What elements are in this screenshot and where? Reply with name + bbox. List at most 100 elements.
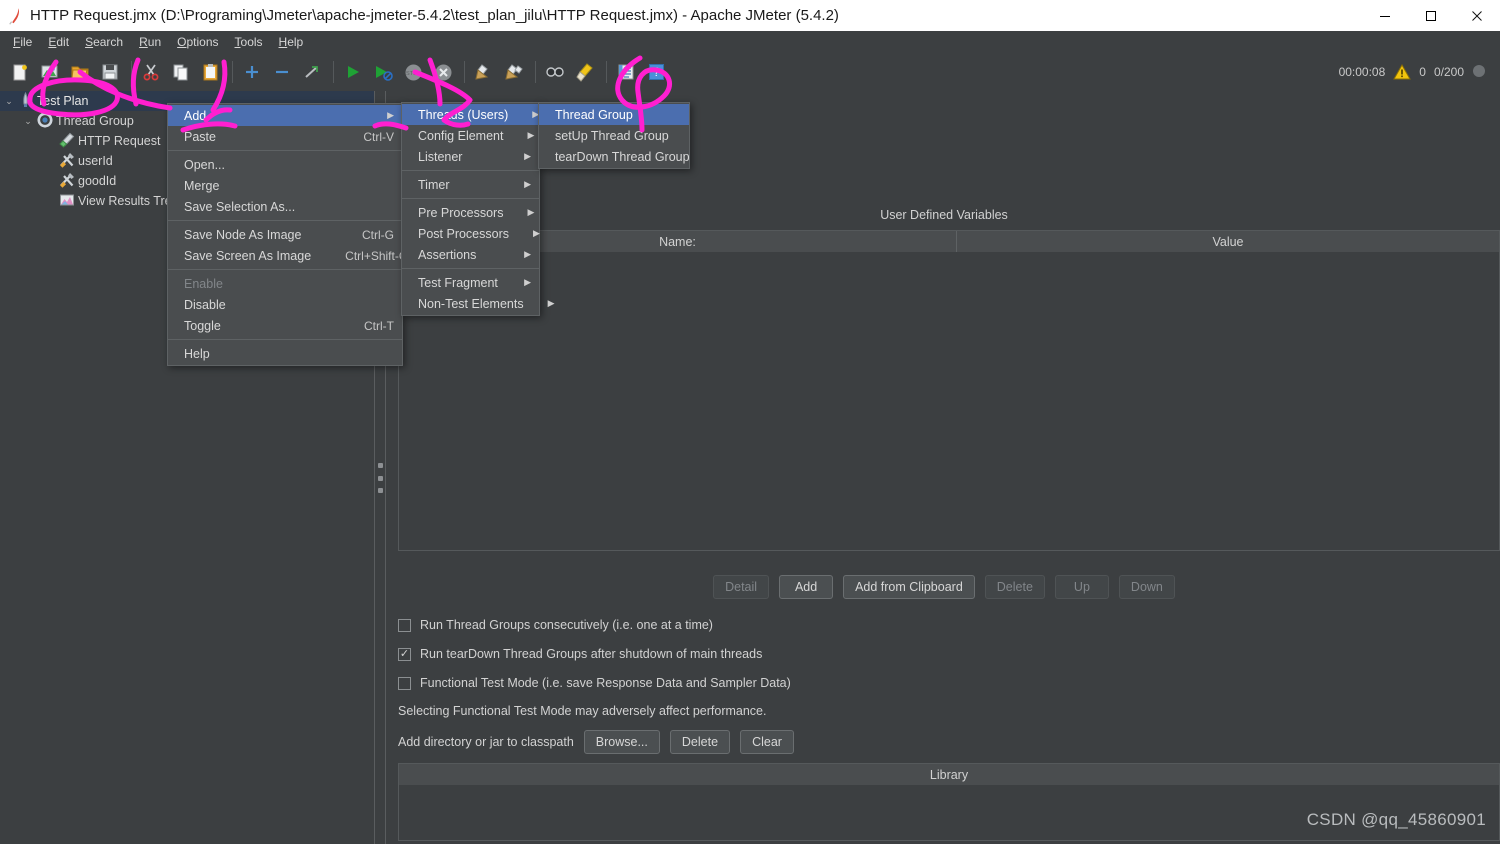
menu-file-rest: ile (20, 35, 33, 49)
menu-edit[interactable]: Edit (40, 33, 77, 51)
context-menu-item-open[interactable]: Open... (168, 154, 402, 175)
save-icon[interactable] (96, 58, 124, 86)
add-submenu-item-non-test-elements[interactable]: Non-Test Elements ▶ (402, 293, 555, 314)
threads-submenu-label: setUp Thread Group (555, 128, 669, 143)
new-icon[interactable] (6, 58, 34, 86)
expand-all-icon[interactable] (238, 58, 266, 86)
threads-submenu-item-setup-thread-group[interactable]: setUp Thread Group (539, 125, 689, 146)
context-menu-item-disable[interactable]: Disable (168, 294, 402, 315)
up-button[interactable]: Up (1054, 575, 1109, 599)
toolbar-separator-5 (535, 61, 536, 83)
library-column-header[interactable]: Library (399, 764, 1499, 785)
clear-icon[interactable] (470, 58, 498, 86)
start-no-pauses-icon[interactable] (369, 58, 397, 86)
maximize-button[interactable] (1408, 0, 1454, 31)
chevron-down-icon[interactable]: ⌄ (21, 116, 35, 127)
toolbar-separator-4 (464, 61, 465, 83)
add-submenu-item-assertions[interactable]: Assertions ▶ (402, 244, 539, 265)
menu-file[interactable]: File (5, 33, 40, 51)
jmeter-window: HTTP Request.jmx (D:\Programing\Jmeter\a… (0, 0, 1500, 844)
chevron-down-icon[interactable]: ⌄ (2, 96, 16, 107)
search-reset-icon[interactable] (571, 58, 599, 86)
cut-icon[interactable] (137, 58, 165, 86)
add-button[interactable]: Add (779, 575, 834, 599)
browse-button[interactable]: Browse... (583, 730, 660, 754)
menu-run[interactable]: Run (131, 33, 169, 51)
toolbar-status: 00:00:08 0 0/200 (1339, 53, 1486, 91)
table-body[interactable] (399, 252, 1499, 550)
menu-tools[interactable]: Tools (227, 33, 271, 51)
copy-icon[interactable] (167, 58, 195, 86)
context-menu-item-toggle[interactable]: Toggle Ctrl-T (168, 315, 402, 336)
menu-search-rest: earch (93, 35, 124, 49)
minimize-button[interactable] (1362, 0, 1408, 31)
add-submenu-item-test-fragment[interactable]: Test Fragment ▶ (402, 272, 539, 293)
classpath-clear-button[interactable]: Clear (740, 730, 795, 754)
divider-grip[interactable] (377, 463, 384, 493)
column-header-value[interactable]: Value (957, 231, 1499, 252)
down-button[interactable]: Down (1118, 575, 1175, 599)
context-menu-item-paste[interactable]: Paste Ctrl-V (168, 126, 402, 147)
checkbox-box[interactable]: ✓ (398, 647, 411, 661)
add-submenu-item-listener[interactable]: Listener ▶ (402, 146, 539, 167)
close-button[interactable] (1454, 0, 1500, 31)
chevron-right-icon: ▶ (524, 179, 531, 189)
classpath-label: Add directory or jar to classpath (398, 735, 574, 749)
functional-test-mode-checkbox[interactable]: Functional Test Mode (i.e. save Response… (398, 676, 791, 690)
threads-submenu-label: tearDown Thread Group (555, 149, 690, 164)
run-thread-groups-consecutively-checkbox[interactable]: Run Thread Groups consecutively (i.e. on… (398, 618, 713, 632)
context-menu-item-save-node-as-image[interactable]: Save Node As Image Ctrl-G (168, 224, 402, 245)
http-request-icon (57, 132, 76, 151)
open-icon[interactable] (66, 58, 94, 86)
add-submenu-item-timer[interactable]: Timer ▶ (402, 174, 539, 195)
search-icon[interactable] (541, 58, 569, 86)
stop-icon[interactable]: STOP (399, 58, 427, 86)
functional-test-mode-note: Selecting Functional Test Mode may adver… (398, 704, 767, 718)
tree-node-label: HTTP Request (78, 134, 161, 148)
start-icon[interactable] (339, 58, 367, 86)
add-submenu-item-threads-users[interactable]: Threads (Users) ▶ (402, 104, 539, 125)
context-menu-item-add[interactable]: Add ▶ (168, 105, 402, 126)
context-menu-item-enable[interactable]: Enable (168, 273, 402, 294)
checkbox-box[interactable] (398, 618, 411, 632)
add-submenu-separator (402, 198, 539, 199)
threads-submenu-item-teardown-thread-group[interactable]: tearDown Thread Group (539, 146, 690, 167)
help-icon[interactable]: ? (642, 58, 670, 86)
chevron-right-icon: ▶ (527, 130, 535, 140)
checkbox-box[interactable] (398, 676, 411, 690)
run-teardown-thread-groups-checkbox[interactable]: ✓ Run tearDown Thread Groups after shutd… (398, 647, 762, 661)
classpath-delete-button[interactable]: Delete (669, 730, 731, 754)
shutdown-icon[interactable] (429, 58, 457, 86)
menu-search[interactable]: Search (77, 33, 131, 51)
add-submenu-item-pre-processors[interactable]: Pre Processors ▶ (402, 202, 539, 223)
paste-icon[interactable] (197, 58, 225, 86)
collapse-all-icon[interactable] (268, 58, 296, 86)
delete-button[interactable]: Delete (984, 575, 1045, 599)
context-menu-accel: Ctrl-G (362, 227, 394, 242)
add-from-clipboard-button[interactable]: Add from Clipboard (843, 575, 975, 599)
menu-help[interactable]: Help (271, 33, 312, 51)
tool-bar: STOP ? 00:00:08 0 0/200 (0, 53, 1500, 91)
context-menu-item-merge[interactable]: Merge (168, 175, 402, 196)
context-menu-item-help[interactable]: Help (168, 343, 402, 364)
detail-button[interactable]: Detail (713, 575, 770, 599)
toggle-icon[interactable] (298, 58, 326, 86)
context-menu-label: Save Screen As Image (184, 248, 312, 263)
context-menu-label: Open... (184, 157, 225, 172)
warning-triangle-icon[interactable] (1393, 64, 1412, 80)
add-submenu-item-post-processors[interactable]: Post Processors ▶ (402, 223, 540, 244)
clear-all-icon[interactable] (500, 58, 528, 86)
add-submenu-item-config-element[interactable]: Config Element ▶ (402, 125, 539, 146)
templates-icon[interactable] (36, 58, 64, 86)
toolbar-separator-3 (333, 61, 334, 83)
udv-button-row: Detail Add Add from Clipboard Delete Up … (388, 575, 1500, 599)
user-defined-variables-table: Name: Value (398, 230, 1500, 551)
context-menu-separator (168, 339, 402, 340)
checkbox-label: Run Thread Groups consecutively (i.e. on… (420, 618, 713, 632)
function-helper-icon[interactable] (612, 58, 640, 86)
threads-submenu-item-thread-group[interactable]: Thread Group (539, 104, 689, 125)
user-defined-variables-title: User Defined Variables (880, 208, 1008, 222)
context-menu-item-save-selection-as[interactable]: Save Selection As... (168, 196, 402, 217)
context-menu-item-save-screen-as-image[interactable]: Save Screen As Image Ctrl+Shift-G (168, 245, 408, 266)
menu-options[interactable]: Options (169, 33, 226, 51)
